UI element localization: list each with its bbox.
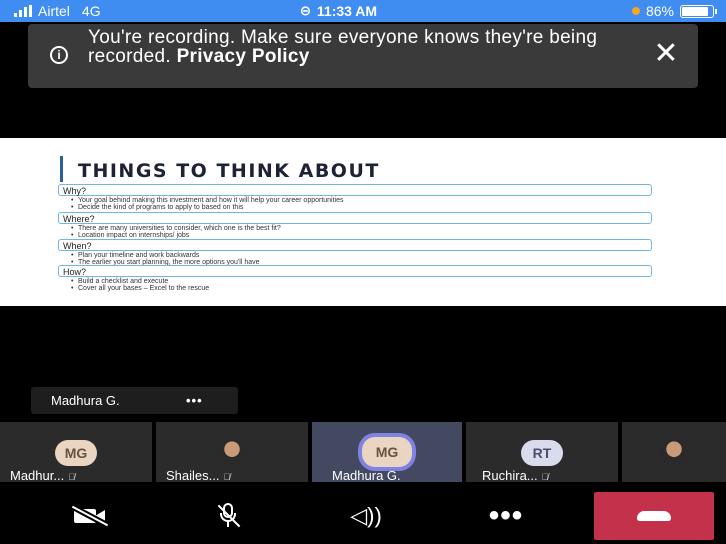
camera-off-icon — [71, 505, 109, 527]
avatar: RT — [521, 440, 563, 466]
slide-section: How? Build a checklist and execute Cover… — [58, 265, 652, 292]
section-heading: How? — [58, 265, 652, 277]
link-icon: ⊝ — [300, 3, 311, 18]
section-heading: Where? — [58, 212, 652, 224]
participant-tile[interactable]: Shailes... 🎙̸ — [156, 422, 308, 483]
status-bar: Airtel 4G ⊝ 11:33 AM 86% — [0, 0, 726, 22]
network-type: 4G — [81, 3, 101, 19]
speaker-more-button[interactable]: ••• — [186, 387, 203, 414]
avatar — [660, 438, 688, 466]
hangup-icon — [637, 511, 671, 521]
more-icon: ••• — [488, 499, 524, 532]
shared-screen: THINGS TO THINK ABOUT Why? Your goal beh… — [0, 138, 726, 306]
carrier-name: Airtel — [38, 3, 70, 19]
clock: ⊝ 11:33 AM — [300, 3, 377, 19]
mic-off-icon: 🎙̸ — [223, 472, 231, 482]
close-icon[interactable]: ✕ — [646, 34, 686, 74]
slide-section: Why? Your goal behind making this invest… — [58, 184, 652, 211]
hang-up-button[interactable] — [594, 492, 714, 540]
recording-dot-icon — [631, 7, 640, 15]
mic-off-icon: 🎙̸ — [68, 472, 75, 482]
avatar: MG — [362, 437, 412, 467]
recording-banner: i You're recording. Make sure everyone k… — [28, 24, 698, 88]
audio-button[interactable]: ◁)) — [306, 492, 426, 540]
signal-icon — [14, 5, 32, 17]
bullet: Plan your timeline and work backwards — [71, 252, 652, 259]
time: 11:33 AM — [316, 3, 378, 19]
recording-message: You're recording. Make sure everyone kno… — [88, 27, 598, 67]
bullet: Cover all your bases – Excel to the resc… — [71, 285, 652, 292]
title-accent — [60, 156, 63, 182]
participant-name: Madhura G. — [332, 468, 401, 483]
call-controls: ◁)) ••• — [0, 486, 726, 544]
avatar: MG — [55, 440, 97, 466]
section-heading: When? — [58, 239, 652, 251]
section-heading: Why? — [58, 184, 652, 196]
bullet: Decide the kind of programs to apply to … — [71, 204, 652, 211]
bullet: There are many universities to consider,… — [71, 225, 652, 232]
participant-name: Ruchira... 🎙̸ — [482, 468, 549, 483]
carrier-info: Airtel 4G — [14, 3, 101, 19]
bullet: Build a checklist and execute — [71, 278, 652, 285]
mic-off-icon — [216, 503, 241, 529]
speaker-icon: ◁)) — [350, 503, 382, 528]
mic-toggle-button[interactable] — [168, 492, 288, 540]
participant-tile[interactable]: RT Ruchira... 🎙̸ — [466, 422, 618, 483]
info-icon: i — [50, 46, 68, 64]
bullet: Your goal behind making this investment … — [71, 197, 652, 204]
camera-toggle-button[interactable] — [30, 492, 150, 540]
participant-name: Madhur... 🎙̸ — [10, 468, 75, 483]
slide-section: When? Plan your timeline and work backwa… — [58, 239, 652, 266]
speaker-name: Madhura G. — [51, 393, 120, 408]
slide-section: Where? There are many universities to co… — [58, 212, 652, 239]
battery-info: 86% — [631, 3, 717, 19]
mic-off-icon: 🎙̸ — [541, 472, 549, 482]
participant-tile[interactable]: MG Madhur... 🎙̸ — [0, 422, 152, 483]
slide-title: THINGS TO THINK ABOUT — [78, 160, 380, 182]
participant-tile[interactable]: MG Madhura G. — [312, 422, 462, 483]
battery-percent: 86% — [645, 3, 674, 19]
active-speaker-label: Madhura G. ••• — [31, 387, 238, 414]
participant-tile[interactable] — [622, 422, 726, 482]
avatar — [218, 438, 246, 466]
bullet: Location impact on internships/ jobs — [71, 232, 652, 239]
more-options-button[interactable]: ••• — [446, 492, 566, 540]
privacy-policy-link[interactable]: Privacy Policy — [177, 46, 310, 67]
participant-name: Shailes... 🎙̸ — [166, 468, 231, 483]
battery-icon — [680, 4, 717, 18]
